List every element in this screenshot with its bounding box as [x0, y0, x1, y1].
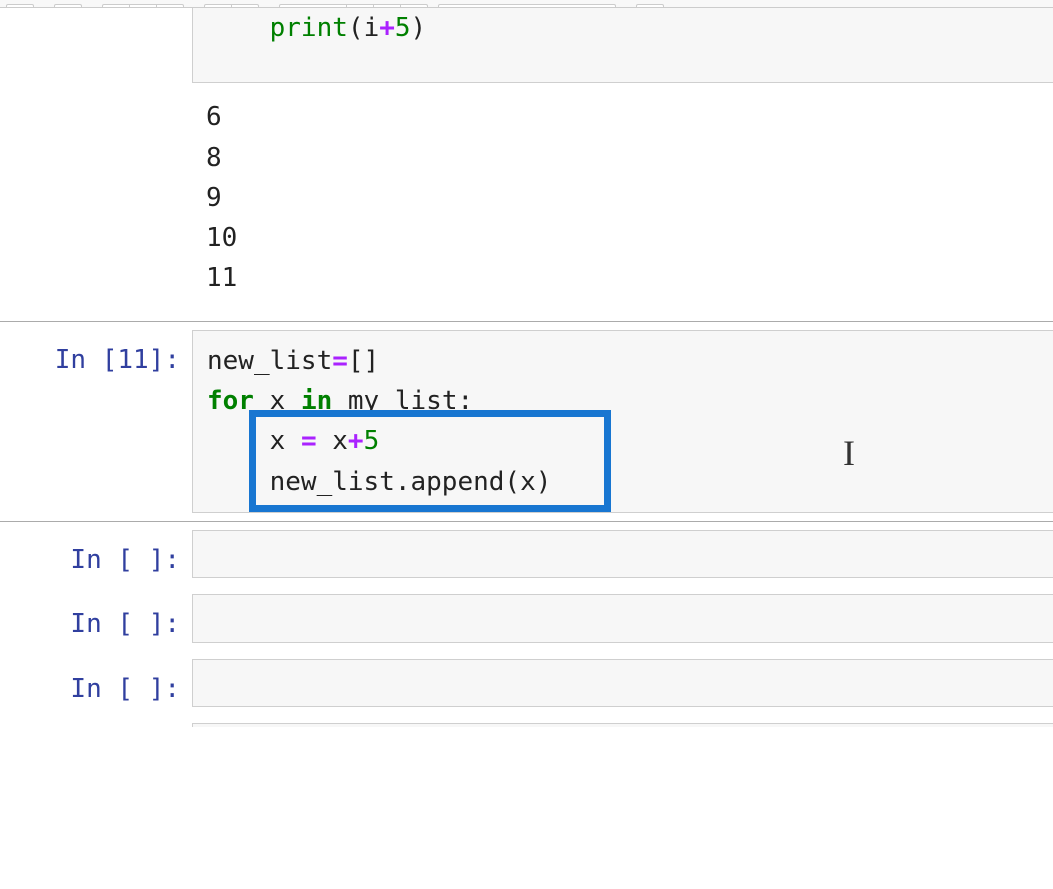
input-prompt: In [ ]:: [0, 594, 192, 642]
code-cell-input[interactable]: new_list=[] for x in my_list: x = x+5 ne…: [192, 330, 1053, 513]
add-cell-button[interactable]: [54, 4, 82, 7]
code-token: print(i+5): [207, 13, 426, 43]
save-button[interactable]: [6, 4, 34, 7]
input-prompt: [0, 723, 192, 727]
restart-button[interactable]: [373, 4, 401, 7]
code-cell-input[interactable]: [192, 530, 1053, 578]
code-cell-input[interactable]: [192, 594, 1053, 642]
code-cell: [0, 715, 1053, 727]
command-palette-button[interactable]: [636, 4, 664, 7]
code-cell: In [ ]:: [0, 522, 1053, 586]
cell-type-select[interactable]: [438, 4, 616, 7]
code-cell-input-partial[interactable]: print(i+5): [192, 8, 1053, 83]
restart-run-all-button[interactable]: [400, 4, 428, 7]
paste-button[interactable]: [156, 4, 184, 7]
input-prompt: In [11]:: [0, 330, 192, 513]
code-cell: In [ ]:: [0, 586, 1053, 650]
code-cell-input[interactable]: [192, 659, 1053, 707]
move-up-button[interactable]: [204, 4, 232, 7]
code-cell: In [ ]:: [0, 651, 1053, 715]
code-content: new_list=[] for x in my_list: x = x+5 ne…: [207, 341, 1039, 502]
move-down-button[interactable]: [231, 4, 259, 7]
run-button[interactable]: [279, 4, 347, 7]
input-prompt: In [ ]:: [0, 659, 192, 707]
code-cell-input[interactable]: [192, 723, 1053, 727]
toolbar: [0, 0, 1053, 8]
cell-output: 6 8 9 10 11: [0, 83, 1053, 320]
input-prompt: In [ ]:: [0, 530, 192, 578]
copy-button[interactable]: [129, 4, 157, 7]
notebook-container: print(i+5) 6 8 9 10 11 In [11]: new_list…: [0, 8, 1053, 727]
code-cell: In [11]: new_list=[] for x in my_list: x…: [0, 321, 1053, 522]
interrupt-button[interactable]: [346, 4, 374, 7]
cut-button[interactable]: [102, 4, 130, 7]
